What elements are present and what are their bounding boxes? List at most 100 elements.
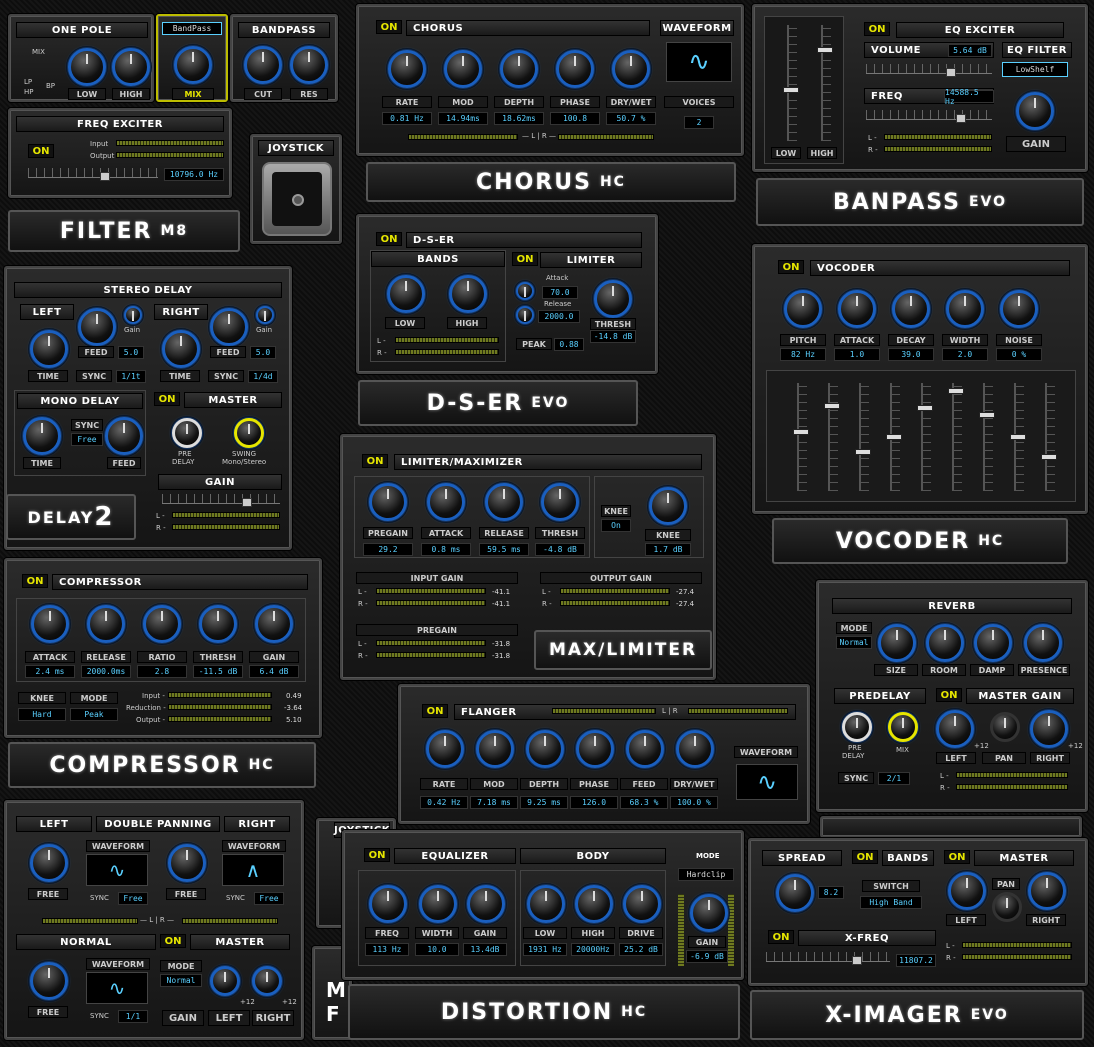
low-slider-thumb[interactable] [783,87,799,93]
reverb-mix-knob[interactable] [888,712,918,742]
pre-delay-knob[interactable] [842,712,872,742]
attack-knob[interactable] [516,282,534,300]
pitch-knob[interactable] [784,290,822,328]
flanger-waveform-display[interactable]: ∿ [736,764,798,800]
presence-knob[interactable] [1024,624,1062,662]
depth-knob[interactable] [500,50,538,88]
left-gain-knob[interactable] [124,306,142,324]
mod-knob[interactable] [444,50,482,88]
lim-release-knob[interactable] [485,483,523,521]
damp-knob[interactable] [974,624,1012,662]
knee-select[interactable]: Hard [18,708,66,721]
reverb-pan-knob[interactable] [990,712,1020,742]
dp-sync3-value[interactable]: 1/1 [118,1010,148,1023]
ximager-master-on-button[interactable]: ON [944,850,970,864]
rate-knob[interactable] [388,50,426,88]
compressor-on-button[interactable]: ON [22,574,48,588]
dist-drive-knob[interactable] [623,885,661,923]
volume-slider[interactable] [866,64,992,77]
reverb-mode-select[interactable]: Normal [836,636,872,649]
lim-attack-knob[interactable] [427,483,465,521]
dp-waveform-left[interactable]: ∿ [86,854,148,886]
left-sync-value[interactable]: 1/1t [116,370,146,383]
xfreq-on-button[interactable]: ON [768,930,794,944]
dp-master-left-knob[interactable] [210,966,240,996]
flanger-on-button[interactable]: ON [422,704,448,718]
dist-eqgain-knob[interactable] [467,885,505,923]
res-knob[interactable] [290,46,328,84]
dp-right-knob[interactable] [168,844,206,882]
eq-filter-select[interactable]: LowShelf [1002,62,1068,77]
band-slider-thumb[interactable] [948,388,964,394]
band-slider-5[interactable] [917,383,933,491]
band-slider-thumb[interactable] [886,434,902,440]
xfreq-slider-thumb[interactable] [852,956,862,965]
phase-knob[interactable] [556,50,594,88]
low-knob[interactable] [68,48,106,86]
reverb-sync-value[interactable]: 2/1 [878,772,910,785]
reverb-left-knob[interactable] [936,710,974,748]
freq-slider-thumb[interactable] [956,114,966,123]
mono-feed-knob[interactable] [105,417,143,455]
band-slider-3[interactable] [855,383,871,491]
flanger-phase-knob[interactable] [576,730,614,768]
ximager-left-knob[interactable] [948,872,986,910]
xfreq-slider[interactable] [766,952,890,965]
flanger-feed-knob[interactable] [626,730,664,768]
freq-slider[interactable] [866,110,992,123]
chorus-on-button[interactable]: ON [376,20,402,34]
release-knob[interactable] [516,306,534,324]
comp-thresh-knob[interactable] [199,605,237,643]
pre-delay-knob[interactable] [172,418,202,448]
delay-gain-thumb[interactable] [242,498,252,507]
right-feed-knob[interactable] [210,308,248,346]
delay-master-on-button[interactable]: ON [154,392,180,406]
dist-freq-knob[interactable] [369,885,407,923]
drywet-knob[interactable] [612,50,650,88]
joystick-handle[interactable] [292,194,304,206]
freq-exciter-on-button[interactable]: ON [28,144,54,158]
cut-knob[interactable] [244,46,282,84]
band-slider-thumb[interactable] [979,412,995,418]
switch-value[interactable]: High Band [860,896,922,909]
width-knob[interactable] [946,290,984,328]
knee-toggle-value[interactable]: On [601,519,631,532]
band-slider-1[interactable] [793,383,809,491]
flanger-depth-knob[interactable] [526,730,564,768]
dp-left-knob[interactable] [30,844,68,882]
band-slider-8[interactable] [1010,383,1026,491]
high-slider-thumb[interactable] [817,47,833,53]
distortion-on-button[interactable]: ON [364,848,390,862]
comp-gain-knob[interactable] [255,605,293,643]
lim-thresh-knob[interactable] [541,483,579,521]
vocoder-on-button[interactable]: ON [778,260,804,274]
dist-low-knob[interactable] [527,885,565,923]
ximager-pan-knob[interactable] [992,892,1022,922]
delay-gain-slider[interactable] [162,494,280,507]
gain-knob[interactable] [1016,92,1054,130]
mono-sync-value[interactable]: Free [71,433,103,446]
filter-mode-select[interactable]: BandPass [162,22,222,35]
size-knob[interactable] [878,624,916,662]
band-slider-thumb[interactable] [855,449,871,455]
volume-slider-thumb[interactable] [946,68,956,77]
low-slider[interactable] [783,25,799,141]
limmax-on-button[interactable]: ON [362,454,388,468]
band-slider-thumb[interactable] [1010,434,1026,440]
dser-on-button[interactable]: ON [376,232,402,246]
band-slider-thumb[interactable] [793,429,809,435]
high-knob[interactable] [112,48,150,86]
mix-knob[interactable] [174,46,212,84]
knee-knob[interactable] [649,487,687,525]
joystick-pad[interactable] [262,162,332,236]
band-slider-thumb[interactable] [1041,454,1057,460]
spread-knob[interactable] [776,874,814,912]
comp-ratio-knob[interactable] [143,605,181,643]
right-sync-value[interactable]: 1/4d [248,370,278,383]
flanger-mod-knob[interactable] [476,730,514,768]
dist-high-knob[interactable] [575,885,613,923]
eq-exciter-on-button[interactable]: ON [864,22,890,36]
decay-knob[interactable] [892,290,930,328]
band-slider-thumb[interactable] [917,405,933,411]
dist-mode-select[interactable]: Hardclip [678,868,734,881]
